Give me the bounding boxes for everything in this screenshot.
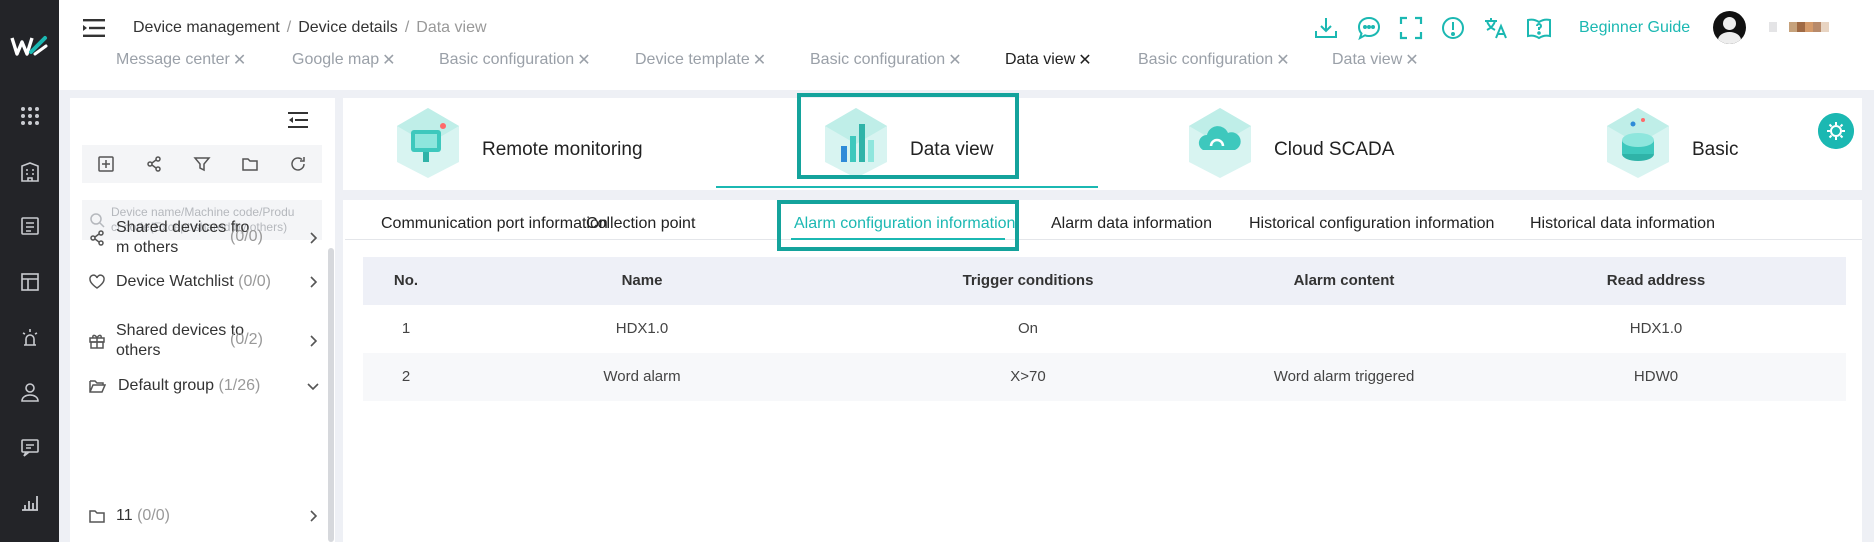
info-icon[interactable] [1439, 14, 1467, 42]
menu-toggle-icon[interactable] [83, 18, 105, 38]
translate-icon[interactable] [1482, 14, 1510, 42]
page-tab-active[interactable]: Data view ✕ [1005, 50, 1092, 70]
folder-open-icon [89, 380, 106, 393]
chevron-right-icon [310, 232, 318, 244]
close-icon[interactable]: ✕ [233, 50, 246, 70]
table-row[interactable]: 2 Word alarm X>70 Word alarm triggered H… [363, 353, 1846, 401]
add-icon[interactable] [97, 155, 115, 173]
breadcrumb-device-details[interactable]: Device details [298, 19, 398, 36]
alarm-icon[interactable] [19, 326, 41, 348]
view-tab-cloud-scada[interactable]: Cloud SCADA [1185, 106, 1405, 182]
nav-item-shared-from-others[interactable]: Shared devices fro m others (0/0) [88, 218, 320, 258]
avatar[interactable] [1713, 11, 1746, 44]
view-tab-basic[interactable]: Basic [1603, 106, 1763, 182]
page-tab[interactable]: Basic configuration ✕ [1138, 50, 1290, 70]
breadcrumb: Device management / Device details / Data vi… [133, 19, 487, 36]
folder-icon[interactable] [241, 155, 259, 173]
share-icon[interactable] [145, 155, 163, 173]
tab-communication-port[interactable]: Communication port information [381, 215, 608, 233]
bar-chart-icon[interactable] [19, 491, 41, 513]
fullscreen-icon[interactable] [1397, 14, 1425, 42]
close-icon[interactable]: ✕ [1405, 50, 1418, 70]
tab-historical-configuration[interactable]: Historical configuration information [1249, 215, 1494, 233]
heart-icon [89, 274, 105, 289]
chevron-right-icon [310, 510, 318, 522]
cloud-scada-icon [1189, 108, 1251, 178]
close-icon[interactable]: ✕ [1078, 50, 1091, 70]
close-icon[interactable]: ✕ [382, 50, 395, 70]
gear-icon[interactable] [1818, 113, 1854, 149]
logo-mark [10, 36, 48, 56]
gift-icon [89, 334, 105, 349]
grid-icon[interactable] [19, 105, 41, 127]
building-icon[interactable] [19, 161, 41, 183]
layout-icon[interactable] [19, 271, 41, 293]
refresh-icon[interactable] [289, 155, 307, 173]
message-icon[interactable] [19, 436, 41, 458]
beginner-guide-link[interactable]: Beginner Guide [1579, 19, 1690, 37]
download-icon[interactable] [1312, 14, 1340, 42]
page-tab[interactable]: Data view ✕ [1332, 50, 1419, 70]
tab-collection-point[interactable]: Collection point [586, 215, 695, 233]
highlight-box-data-view [797, 93, 1019, 179]
left-nav-rail [0, 0, 59, 542]
username-blurred [1769, 22, 1849, 32]
page-tab[interactable]: Basic configuration ✕ [439, 50, 591, 70]
filter-icon[interactable] [193, 155, 211, 173]
sub-tabs: Communication port information Collectio… [345, 200, 1862, 240]
col-read-address: Read address [1606, 272, 1706, 289]
folder-icon [89, 510, 105, 523]
chevron-right-icon [310, 335, 318, 347]
highlight-box-alarm-configuration [777, 200, 1019, 251]
breadcrumb-current: Data view [416, 19, 487, 36]
main-content: Remote monitoring Data view Cloud SCADA [343, 93, 1862, 542]
close-icon[interactable]: ✕ [1276, 50, 1289, 70]
close-icon[interactable]: ✕ [948, 50, 961, 70]
help-book-icon[interactable] [1525, 14, 1553, 42]
alarm-config-table: No. Name Trigger conditions Alarm conten… [363, 257, 1846, 401]
device-toolbar [82, 145, 322, 183]
tab-alarm-data[interactable]: Alarm data information [1051, 215, 1212, 233]
page-tab[interactable]: Basic configuration ✕ [810, 50, 962, 70]
view-tab-remote-monitoring[interactable]: Remote monitoring [393, 106, 643, 182]
collapse-panel-icon[interactable] [288, 112, 308, 128]
list-card-icon[interactable] [19, 215, 41, 237]
col-name: Name [621, 272, 663, 289]
tab-historical-data[interactable]: Historical data information [1530, 215, 1715, 233]
chevron-right-icon [310, 276, 318, 288]
table-row[interactable]: 1 HDX1.0 On HDX1.0 [363, 305, 1846, 353]
basic-icon [1607, 108, 1669, 178]
user-icon[interactable] [19, 381, 41, 403]
chat-icon[interactable] [1355, 14, 1383, 42]
close-icon[interactable]: ✕ [753, 50, 766, 70]
share-icon [90, 230, 104, 246]
remote-monitoring-icon [397, 108, 459, 178]
panel-scrollbar[interactable] [328, 248, 334, 542]
nav-item-group-11[interactable]: 11 (0/0) [88, 504, 320, 528]
nav-item-shared-to-others[interactable]: Shared devices to others (0/2) [88, 321, 320, 361]
page-tab[interactable]: Device template ✕ [635, 50, 766, 70]
close-icon[interactable]: ✕ [577, 50, 590, 70]
view-tabs: Remote monitoring Data view Cloud SCADA [343, 93, 1862, 190]
table-header: No. Name Trigger conditions Alarm conten… [363, 257, 1846, 305]
col-no: No. [393, 272, 419, 289]
nav-item-default-group[interactable]: Default group (1/26) [88, 374, 320, 398]
section-divider [343, 190, 1862, 200]
page-tab[interactable]: Message center ✕ [116, 50, 246, 70]
top-header: Device management / Device details / Data vi… [59, 0, 1874, 90]
active-view-underline [716, 186, 1098, 188]
chevron-down-icon [307, 383, 319, 391]
breadcrumb-device-management[interactable]: Device management [133, 19, 280, 36]
device-panel: Device name/Machine code/Produ ct code(Ex… [70, 98, 335, 542]
page-tab[interactable]: Google map ✕ [292, 50, 396, 70]
nav-item-device-watchlist[interactable]: Device Watchlist (0/0) [88, 270, 320, 294]
